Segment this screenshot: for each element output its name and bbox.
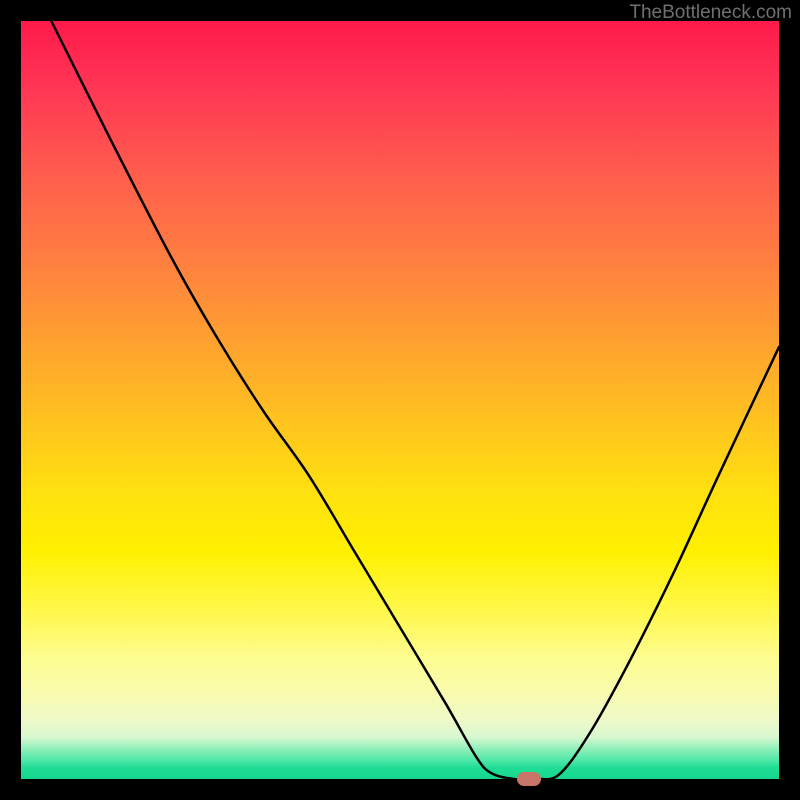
bottleneck-curve [21, 21, 779, 779]
watermark-text: TheBottleneck.com [629, 2, 792, 24]
optimum-marker [517, 772, 541, 786]
